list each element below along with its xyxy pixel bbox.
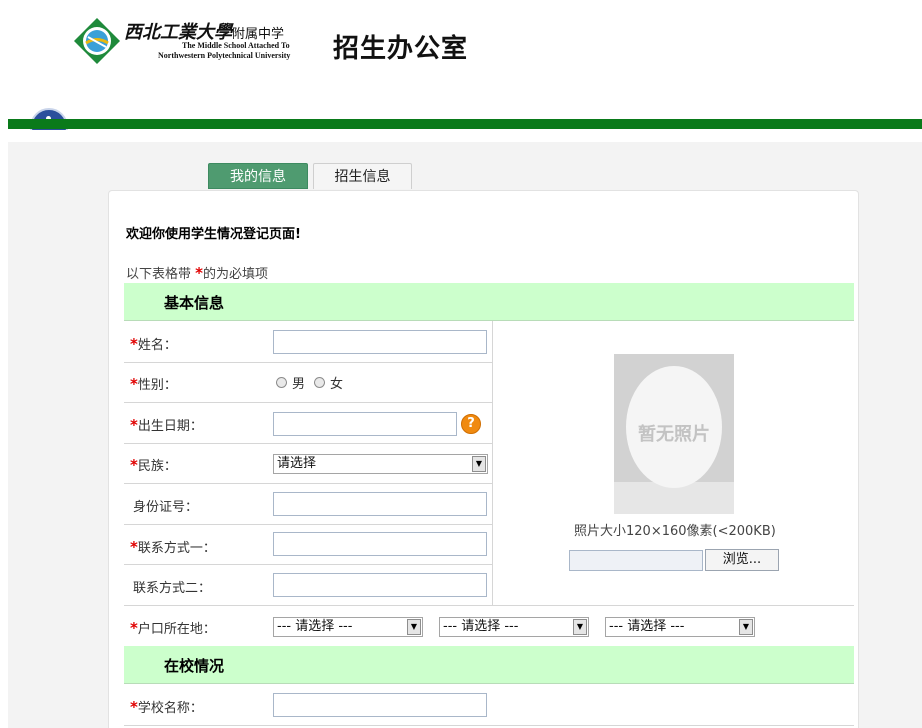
tab-my-info[interactable]: 我的信息 <box>208 163 308 189</box>
question-icon[interactable]: ? <box>461 414 481 434</box>
required-star: * <box>195 264 203 282</box>
row-divider <box>124 564 492 565</box>
row-divider <box>124 483 492 484</box>
birth-date-input[interactable] <box>273 412 457 436</box>
contact1-input[interactable] <box>273 532 487 556</box>
required-note: 以下表格带 *的为必填项 <box>126 264 269 282</box>
id-number-label: 身份证号： <box>133 500 199 515</box>
chevron-down-icon: ▼ <box>472 456 486 472</box>
hukou-city-select[interactable]: --- 请选择 --- ▼ <box>439 617 589 637</box>
logo-english-line-2: Northwestern Polytechnical University <box>158 51 291 60</box>
photo-placeholder: 暂无照片 <box>614 354 734 514</box>
chevron-down-icon: ▼ <box>739 619 753 635</box>
school-emblem-icon <box>74 18 120 64</box>
section-title: 基本信息 <box>164 294 225 312</box>
hukou-district-select[interactable]: --- 请选择 --- ▼ <box>605 617 755 637</box>
school-name-label: *学校名称： <box>130 698 203 716</box>
contact1-label: *联系方式一： <box>130 538 216 556</box>
row-divider <box>124 725 854 726</box>
gender-male-radio[interactable] <box>276 377 287 388</box>
header-green-bar <box>8 119 922 129</box>
school-name-input[interactable] <box>273 693 487 717</box>
photo-file-input[interactable] <box>569 550 703 571</box>
name-input[interactable] <box>273 330 487 354</box>
tab-admission-info[interactable]: 招生信息 <box>313 163 412 189</box>
welcome-message: 欢迎你使用学生情况登记页面! <box>126 227 301 242</box>
gender-female-radio[interactable] <box>314 377 326 388</box>
column-divider <box>492 321 493 605</box>
contact2-input[interactable] <box>273 573 487 597</box>
section-basic-info: 基本信息 <box>124 283 854 321</box>
row-divider <box>124 402 492 403</box>
ethnicity-select[interactable]: 请选择 ▼ <box>273 454 488 474</box>
row-divider <box>124 524 492 525</box>
office-title: 招生办公室 <box>333 34 469 64</box>
chevron-down-icon: ▼ <box>573 619 587 635</box>
logo-english-line-1: The Middle School Attached To <box>182 41 290 50</box>
chevron-down-icon: ▼ <box>407 619 421 635</box>
birth-date-label: *出生日期： <box>130 416 203 434</box>
gender-male-label: 男 <box>292 377 306 392</box>
name-label: *姓名： <box>130 335 177 353</box>
ethnicity-label: *民族： <box>130 456 177 474</box>
gender-radio-group: 男 女 <box>276 373 352 392</box>
id-number-input[interactable] <box>273 492 487 516</box>
photo-size-note: 照片大小120×160像素(<200KB) <box>574 524 776 539</box>
photo-placeholder-text: 暂无照片 <box>638 424 710 445</box>
hukou-label: *户口所在地： <box>130 619 216 637</box>
row-divider <box>124 362 492 363</box>
hukou-province-select[interactable]: --- 请选择 --- ▼ <box>273 617 423 637</box>
contact2-label: 联系方式二： <box>133 581 212 596</box>
gender-label: *性别： <box>130 375 177 393</box>
row-divider <box>124 443 492 444</box>
browse-button[interactable]: 浏览... <box>705 549 779 571</box>
gender-female-label: 女 <box>330 377 344 392</box>
section-title: 在校情况 <box>164 657 225 675</box>
page-header: 西北工業大學附属中学 The Middle School Attached To… <box>0 0 922 142</box>
row-divider <box>124 605 854 606</box>
school-logo: 西北工業大學附属中学 The Middle School Attached To… <box>72 16 302 66</box>
section-school-info: 在校情况 <box>124 646 854 684</box>
